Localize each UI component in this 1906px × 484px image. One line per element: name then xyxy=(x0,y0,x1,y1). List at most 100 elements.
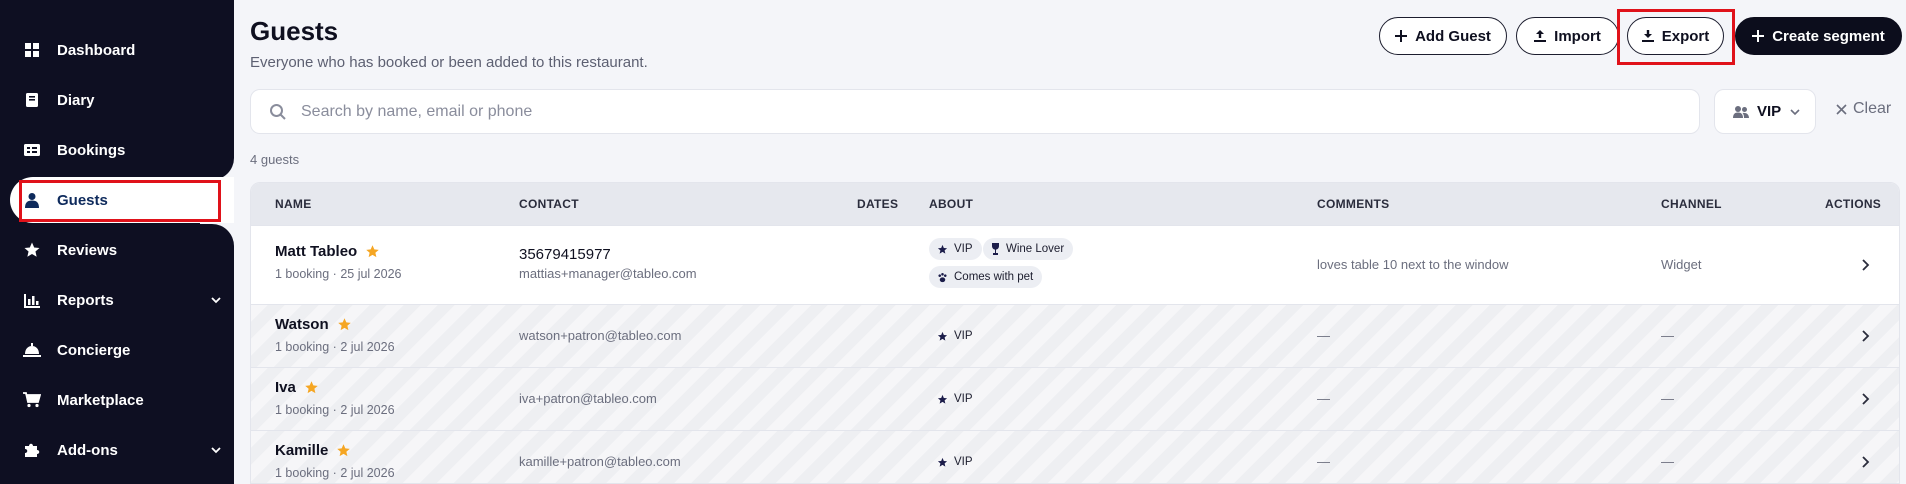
column-header-about[interactable]: ABOUT xyxy=(929,197,973,211)
table-row[interactable]: Matt Tableo 1 booking · 25 jul 2026 3567… xyxy=(251,225,1899,304)
search-icon xyxy=(269,103,287,121)
guest-booking-summary: 1 booking · 25 jul 2026 xyxy=(275,267,402,281)
star-icon xyxy=(937,244,948,254)
segment-filter-dropdown[interactable]: VIP xyxy=(1714,89,1816,134)
star-icon xyxy=(937,331,948,341)
download-icon xyxy=(1641,30,1654,42)
chart-icon xyxy=(22,290,42,310)
column-header-dates[interactable]: DATES xyxy=(857,197,898,211)
column-header-actions: ACTIONS xyxy=(1825,197,1882,211)
sidebar-item-diary[interactable]: Diary xyxy=(0,77,234,123)
chevron-right-icon[interactable] xyxy=(1859,455,1873,469)
guest-channel: — xyxy=(1661,391,1674,406)
export-button[interactable]: Export xyxy=(1627,17,1724,55)
tag-comes-with-pet: Comes with pet xyxy=(929,266,1043,288)
guest-name: Kamille xyxy=(275,442,351,459)
star-icon xyxy=(305,381,318,394)
tag-wine-lover: Wine Lover xyxy=(983,238,1074,260)
clear-filter-button[interactable]: Clear xyxy=(1836,100,1891,118)
column-header-comments[interactable]: COMMENTS xyxy=(1317,197,1389,211)
guest-comment: — xyxy=(1317,328,1330,343)
tag-label: VIP xyxy=(954,456,973,468)
sidebar-item-bookings[interactable]: Bookings xyxy=(0,127,234,173)
guest-name: Matt Tableo xyxy=(275,243,380,260)
export-label: Export xyxy=(1661,27,1710,45)
sidebar-item-guests[interactable]: Guests xyxy=(10,177,234,223)
create-segment-button[interactable]: Create segment xyxy=(1735,17,1902,55)
sidebar-item-label: Dashboard xyxy=(57,41,136,59)
sidebar-item-label: Bookings xyxy=(57,141,126,159)
guest-name: Iva xyxy=(275,379,319,396)
card-icon xyxy=(22,140,42,160)
import-label: Import xyxy=(1554,27,1601,45)
guest-comment: loves table 10 next to the window xyxy=(1317,257,1509,272)
import-button[interactable]: Import xyxy=(1516,17,1619,55)
plus-icon xyxy=(1395,30,1408,42)
sidebar-item-label: Concierge xyxy=(57,341,131,359)
tag-vip: VIP xyxy=(929,388,982,410)
star-icon xyxy=(937,394,948,404)
column-header-name[interactable]: NAME xyxy=(275,197,312,211)
star-icon xyxy=(337,318,351,331)
table-row[interactable]: Iva 1 booking · 2 jul 2026 iva+patron@ta… xyxy=(251,367,1899,430)
guest-email: mattias+manager@tableo.com xyxy=(519,266,697,281)
guest-email: kamille+patron@tableo.com xyxy=(519,454,681,469)
table-header: NAME CONTACT DATES ABOUT COMMENTS CHANNE… xyxy=(251,183,1899,225)
guest-name-text: Watson xyxy=(275,316,329,333)
close-icon xyxy=(1836,103,1847,115)
guest-channel: — xyxy=(1661,454,1674,469)
tag-vip: VIP xyxy=(929,451,982,473)
guests-table: NAME CONTACT DATES ABOUT COMMENTS CHANNE… xyxy=(250,182,1900,484)
chevron-down-icon[interactable] xyxy=(210,443,222,460)
sidebar-item-concierge[interactable]: Concierge xyxy=(0,327,234,373)
sidebar-item-reviews[interactable]: Reviews xyxy=(0,227,234,273)
tag-label: Wine Lover xyxy=(1006,243,1065,255)
plus-icon xyxy=(1752,30,1765,42)
sidebar-item-label: Reviews xyxy=(57,241,118,259)
guest-email: iva+patron@tableo.com xyxy=(519,391,657,406)
chevron-right-icon[interactable] xyxy=(1859,392,1873,406)
bell-icon xyxy=(22,340,42,360)
book-icon xyxy=(22,90,42,110)
guest-phone: 35679415977 xyxy=(519,246,611,263)
chevron-down-icon xyxy=(1790,108,1800,115)
star-icon xyxy=(22,240,42,260)
guest-booking-summary: 1 booking · 2 jul 2026 xyxy=(275,340,395,354)
tag-label: VIP xyxy=(954,243,973,255)
table-row[interactable]: Watson 1 booking · 2 jul 2026 watson+pat… xyxy=(251,304,1899,367)
tag-label: VIP xyxy=(954,330,973,342)
sidebar-item-dashboard[interactable]: Dashboard xyxy=(0,27,234,73)
sidebar-item-label: Add-ons xyxy=(57,441,118,459)
chevron-down-icon[interactable] xyxy=(210,293,222,310)
grid-icon xyxy=(22,40,42,60)
star-icon xyxy=(337,444,351,457)
guest-booking-summary: 1 booking · 2 jul 2026 xyxy=(275,466,395,480)
add-guest-button[interactable]: Add Guest xyxy=(1379,17,1507,55)
sidebar-item-add-ons[interactable]: Add-ons xyxy=(0,427,234,473)
paw-icon xyxy=(938,272,947,282)
sidebar-item-label: Marketplace xyxy=(57,391,144,409)
search-bar xyxy=(250,89,1700,134)
column-header-contact[interactable]: CONTACT xyxy=(519,197,579,211)
chevron-right-icon[interactable] xyxy=(1859,329,1873,343)
people-icon xyxy=(1733,105,1749,118)
filter-selected-value: VIP xyxy=(1757,103,1782,120)
upload-icon xyxy=(1534,30,1547,42)
guest-channel: — xyxy=(1661,328,1674,343)
guest-name-text: Iva xyxy=(275,379,296,396)
page-title: Guests xyxy=(250,16,339,46)
table-row[interactable]: Kamille 1 booking · 2 jul 2026 kamille+p… xyxy=(251,430,1899,483)
add-guest-label: Add Guest xyxy=(1415,27,1491,45)
guest-comment: — xyxy=(1317,391,1330,406)
column-header-channel[interactable]: CHANNEL xyxy=(1661,197,1722,211)
sidebar-item-label: Diary xyxy=(57,91,95,109)
guest-channel: Widget xyxy=(1661,257,1702,272)
guest-comment: — xyxy=(1317,454,1330,469)
search-input[interactable] xyxy=(301,102,1681,121)
star-icon xyxy=(937,457,948,467)
sidebar-item-marketplace[interactable]: Marketplace xyxy=(0,377,234,423)
chevron-right-icon[interactable] xyxy=(1859,258,1873,272)
sidebar-item-label: Reports xyxy=(57,291,114,309)
star-icon xyxy=(366,245,379,258)
sidebar-item-reports[interactable]: Reports xyxy=(0,277,234,323)
